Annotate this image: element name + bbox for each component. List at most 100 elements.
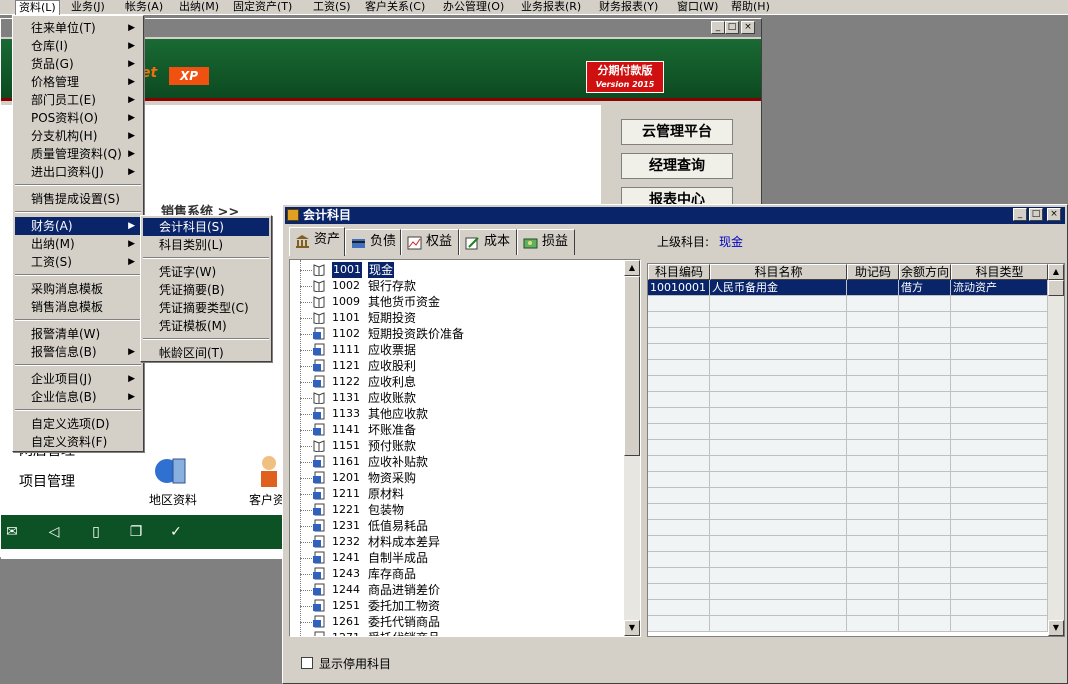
menu-item[interactable]: 价格管理 ▶ <box>15 73 141 91</box>
manager-query-button[interactable]: 经理查询 <box>621 153 733 179</box>
table-row[interactable] <box>648 552 1048 568</box>
table-row[interactable] <box>648 584 1048 600</box>
menu-item[interactable]: 质量管理资料(Q) ▶ <box>15 145 141 163</box>
col-balance-dir[interactable]: 余额方向 <box>899 264 951 280</box>
minimize-button[interactable]: _ <box>711 21 725 34</box>
table-row[interactable] <box>648 328 1048 344</box>
grid-scroll-down-button[interactable]: ▼ <box>1048 620 1064 636</box>
menu-item[interactable]: 财务(A) ▶ <box>15 217 141 235</box>
col-type[interactable]: 科目类型 <box>951 264 1048 280</box>
tab-cost[interactable]: 成本 <box>459 229 517 255</box>
mail-icon[interactable]: ✉ <box>3 523 21 541</box>
scroll-down-button[interactable]: ▼ <box>624 620 640 636</box>
table-row[interactable] <box>648 440 1048 456</box>
menu-item[interactable]: 会计科目(S) <box>143 218 269 236</box>
table-row[interactable] <box>648 456 1048 472</box>
table-row[interactable] <box>648 408 1048 424</box>
menu-item[interactable]: 报警信息(B) ▶ <box>15 343 141 361</box>
menu-item[interactable]: 自定义选项(D) <box>15 415 141 433</box>
menu-item[interactable]: 仓库(I) ▶ <box>15 37 141 55</box>
region-icon[interactable] <box>151 451 191 491</box>
copy-icon[interactable]: ❐ <box>127 523 145 541</box>
customer-icon[interactable] <box>255 453 285 489</box>
menubar-item[interactable]: 出纳(M) <box>176 0 222 15</box>
table-row[interactable] <box>648 296 1048 312</box>
dialog-maximize-button[interactable]: □ <box>1029 208 1043 221</box>
menu-item[interactable]: 凭证摘要类型(C) <box>143 299 269 317</box>
menu-item[interactable]: 货品(G) ▶ <box>15 55 141 73</box>
tree-scrollbar[interactable]: ▲ ▼ <box>624 260 640 636</box>
scroll-thumb[interactable] <box>624 276 640 456</box>
menu-item[interactable]: 部门员工(E) ▶ <box>15 91 141 109</box>
grid-scroll-up-button[interactable]: ▲ <box>1048 264 1064 280</box>
table-row[interactable] <box>648 424 1048 440</box>
menu-item[interactable]: 分支机构(H) ▶ <box>15 127 141 145</box>
table-row[interactable] <box>648 376 1048 392</box>
speaker-icon[interactable]: ◁ <box>45 523 63 541</box>
table-cell <box>847 296 899 312</box>
table-row[interactable] <box>648 600 1048 616</box>
scroll-up-button[interactable]: ▲ <box>624 260 640 276</box>
menubar-item[interactable]: 业务(J) <box>68 0 108 15</box>
grid-scroll-thumb[interactable] <box>1048 280 1064 296</box>
menu-item[interactable]: 报警清单(W) <box>15 325 141 343</box>
maximize-button[interactable]: □ <box>725 21 739 34</box>
menubar-item[interactable]: 帮助(H) <box>728 0 773 15</box>
menu-item[interactable]: 企业项目(J) ▶ <box>15 370 141 388</box>
dialog-minimize-button[interactable]: _ <box>1013 208 1027 221</box>
menu-item[interactable]: 自定义资料(F) <box>15 433 141 451</box>
table-row[interactable] <box>648 616 1048 632</box>
table-row[interactable]: 10010001 人民币备用金 借方 流动资产 <box>648 280 1048 296</box>
menubar-item[interactable]: 资料(L) <box>15 0 60 15</box>
cloud-platform-button[interactable]: 云管理平台 <box>621 119 733 145</box>
dialog-close-button[interactable]: × <box>1047 208 1061 221</box>
menubar-item[interactable]: 工资(S) <box>310 0 354 15</box>
col-mnemonic[interactable]: 助记码 <box>847 264 899 280</box>
tab-profit-loss[interactable]: 损益 <box>517 229 575 255</box>
menu-item[interactable]: 企业信息(B) ▶ <box>15 388 141 406</box>
table-row[interactable] <box>648 392 1048 408</box>
report-center-button[interactable]: 报表中心 <box>621 187 733 205</box>
project-mgmt-link[interactable]: 项目管理 <box>19 471 75 491</box>
tab-liabilities[interactable]: 负债 <box>345 229 401 255</box>
menu-item[interactable]: 科目类别(L) <box>143 236 269 254</box>
menu-item[interactable]: 凭证模板(M) <box>143 317 269 335</box>
menu-item[interactable]: 帐龄区间(T) <box>143 344 269 362</box>
menubar-item[interactable]: 办公管理(O) <box>440 0 507 15</box>
menu-item[interactable]: 采购消息模板 <box>15 280 141 298</box>
menu-item[interactable]: 凭证摘要(B) <box>143 281 269 299</box>
menubar-item[interactable]: 财务报表(Y) <box>596 0 661 15</box>
table-row[interactable] <box>648 536 1048 552</box>
table-row[interactable] <box>648 520 1048 536</box>
check-icon[interactable]: ✓ <box>167 523 185 541</box>
table-row[interactable] <box>648 488 1048 504</box>
menu-item[interactable]: 销售消息模板 <box>15 298 141 316</box>
table-row[interactable] <box>648 312 1048 328</box>
tab-assets[interactable]: 资产 <box>289 227 345 256</box>
menu-item[interactable]: 凭证字(W) <box>143 263 269 281</box>
menu-item[interactable]: POS资料(O) ▶ <box>15 109 141 127</box>
menubar-item[interactable]: 窗口(W) <box>674 0 721 15</box>
menu-item[interactable]: 工资(S) ▶ <box>15 253 141 271</box>
tab-equity[interactable]: 权益 <box>401 229 459 255</box>
grid-scrollbar[interactable]: ▲ ▼ <box>1048 264 1064 636</box>
menu-item[interactable]: 进出口资料(J) ▶ <box>15 163 141 181</box>
show-disabled-checkbox[interactable] <box>301 657 313 669</box>
col-name[interactable]: 科目名称 <box>710 264 847 280</box>
table-row[interactable] <box>648 504 1048 520</box>
menu-item[interactable]: 销售提成设置(S) <box>15 190 141 208</box>
book-icon[interactable]: ▯ <box>87 523 105 541</box>
table-row[interactable] <box>648 472 1048 488</box>
menubar-item[interactable]: 帐务(A) <box>122 0 166 15</box>
table-row[interactable] <box>648 360 1048 376</box>
col-code[interactable]: 科目编码 <box>648 264 710 280</box>
menu-item[interactable]: 往来单位(T) ▶ <box>15 19 141 37</box>
table-row[interactable] <box>648 344 1048 360</box>
table-cell <box>648 392 710 408</box>
menu-item[interactable]: 出纳(M) ▶ <box>15 235 141 253</box>
close-button[interactable]: × <box>741 21 755 34</box>
menubar-item[interactable]: 客户关系(C) <box>362 0 428 15</box>
menubar-item[interactable]: 业务报表(R) <box>518 0 584 15</box>
menubar-item[interactable]: 固定资产(T) <box>230 0 295 15</box>
table-row[interactable] <box>648 568 1048 584</box>
